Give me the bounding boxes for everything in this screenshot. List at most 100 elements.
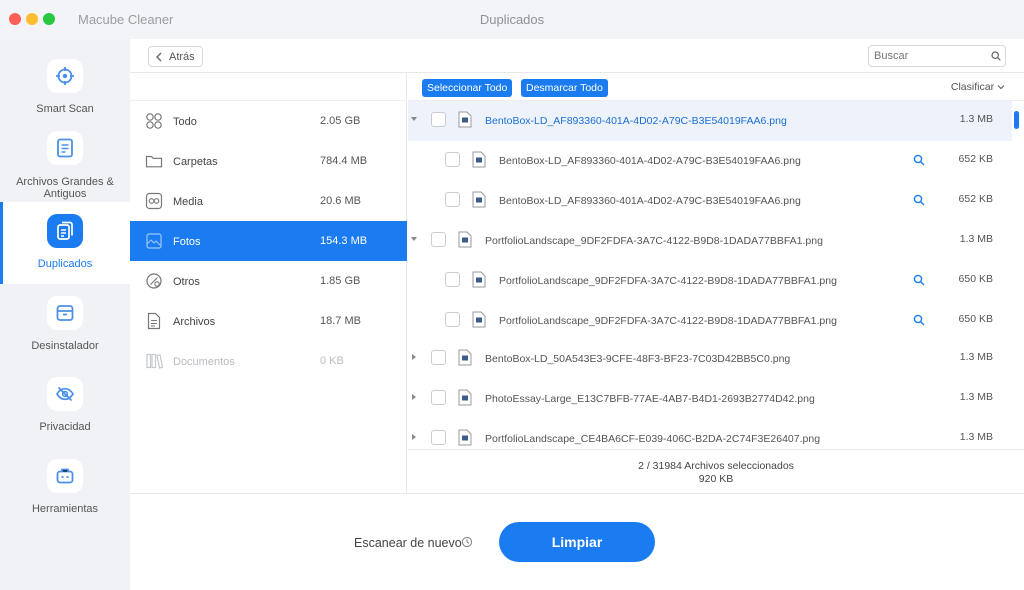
sidebar-item-label: Herramientas [31,503,99,515]
category-size: 784.4 MB [320,155,368,167]
file-group-row[interactable]: PortfolioLandscape_CE4BA6CF-E039-406C-B2… [408,419,1012,449]
refresh-icon[interactable] [461,536,473,548]
category-size: 2.05 GB [320,115,361,127]
file-checkbox[interactable] [445,152,460,167]
search-icon[interactable] [991,51,1001,61]
png-file-icon [458,349,472,366]
png-file-icon [458,111,472,128]
sidebar: Smart Scan Archivos Grandes & Antiguos D… [0,39,130,590]
png-file-icon [472,311,486,328]
preview-magnifier-icon[interactable] [913,274,925,286]
media-icon [145,192,163,210]
chevron-down-icon [997,85,1005,90]
select-all-button[interactable]: Seleccionar Todo [422,79,513,97]
file-group-row[interactable]: PortfolioLandscape_9DF2FDFA-3A7C-4122-B9… [408,221,1012,261]
other-icon [146,273,162,289]
file-row[interactable]: BentoBox-LD_AF893360-401A-4D02-A79C-B3E5… [408,181,1012,221]
categories-header [130,73,407,101]
preview-magnifier-icon[interactable] [913,154,925,166]
file-group-row[interactable]: PhotoEssay-Large_E13C7BFB-77AE-4AB7-B4D1… [408,379,1012,419]
folder-icon [145,155,163,168]
category-label: Archivos [173,316,216,328]
category-label: Media [173,196,203,208]
search-input[interactable] [868,45,1006,67]
sidebar-item-uninstaller[interactable]: Desinstalador [0,284,130,366]
category-archivos[interactable]: Archivos 18.7 MB [130,301,407,341]
category-size: 0 KB [320,355,344,367]
eye-slash-icon [47,377,83,411]
file-name: PortfolioLandscape_CE4BA6CF-E039-406C-B2… [485,433,821,445]
file-checkbox[interactable] [431,390,446,405]
category-size: 1.85 GB [320,275,361,287]
sidebar-item-label: Desinstalador [31,340,99,352]
category-fotos[interactable]: Fotos 154.3 MB [130,221,407,261]
sidebar-item-label: Privacidad [39,421,91,433]
disclosure-triangle-icon[interactable] [410,235,418,243]
file-checkbox[interactable] [431,112,446,127]
file-checkbox[interactable] [431,430,446,445]
category-size: 154.3 MB [320,235,368,247]
title-bar: Macube Cleaner Duplicados [0,0,1024,39]
category-label: Todo [173,116,197,128]
category-label: Documentos [173,356,235,368]
rescan-link[interactable]: Escanear de nuevo [354,536,462,550]
file-checkbox[interactable] [431,232,446,247]
sidebar-item-large-old-files[interactable]: Archivos Grandes & Antiguos [0,121,130,203]
toolbox-icon [47,459,83,493]
file-checkbox[interactable] [445,272,460,287]
file-size: 1.3 MB [959,391,993,403]
file-row[interactable]: PortfolioLandscape_9DF2FDFA-3A7C-4122-B9… [408,301,1012,341]
png-file-icon [472,191,486,208]
file-checkbox[interactable] [431,350,446,365]
files-toolbar: Seleccionar Todo Desmarcar Todo Clasific… [408,73,1024,101]
selection-summary: 2 / 31984 Archivos seleccionados 920 KB [408,449,1024,493]
preview-magnifier-icon[interactable] [913,194,925,206]
sidebar-item-label: Smart Scan [36,103,94,115]
file-size: 1.3 MB [959,113,993,125]
png-file-icon [458,429,472,446]
duplicate-file-list: BentoBox-LD_AF893360-401A-4D02-A79C-B3E5… [408,101,1012,449]
deselect-all-button[interactable]: Desmarcar Todo [521,79,608,97]
category-label: Fotos [173,236,201,248]
sort-label: Clasificar [950,81,995,93]
category-otros[interactable]: Otros 1.85 GB [130,261,407,301]
grid-icon [146,113,162,129]
file-name: PhotoEssay-Large_E13C7BFB-77AE-4AB7-B4D1… [485,393,815,405]
png-file-icon [472,271,486,288]
disclosure-triangle-icon[interactable] [410,115,418,123]
png-file-icon [458,389,472,406]
file-checkbox[interactable] [445,192,460,207]
app-window: Macube Cleaner Duplicados Smart Scan Arc… [0,0,1024,590]
file-list-scrollbar[interactable] [1014,111,1019,129]
category-carpetas[interactable]: Carpetas 784.4 MB [130,141,407,181]
file-name: BentoBox-LD_AF893360-401A-4D02-A79C-B3E5… [499,155,801,167]
file-row[interactable]: PortfolioLandscape_9DF2FDFA-3A7C-4122-B9… [408,261,1012,301]
back-button[interactable]: Atrás [148,46,203,67]
header-bar: Atrás [130,39,1024,73]
sidebar-item-smart-scan[interactable]: Smart Scan [0,47,130,129]
selected-size: 920 KB [698,473,734,485]
disclosure-triangle-icon[interactable] [410,393,418,401]
sidebar-item-label: Duplicados [37,258,93,270]
category-todo[interactable]: Todo 2.05 GB [130,101,407,141]
category-documentos: Documentos 0 KB [130,341,407,381]
disclosure-triangle-icon[interactable] [410,353,418,361]
file-checkbox[interactable] [445,312,460,327]
selected-count: 2 / 31984 Archivos seleccionados [638,460,794,472]
sidebar-item-tools[interactable]: Herramientas [0,447,130,529]
sidebar-item-duplicates[interactable]: Duplicados [0,202,130,284]
file-size: 650 KB [958,313,993,325]
category-size: 18.7 MB [320,315,361,327]
file-size: 652 KB [958,193,993,205]
duplicate-files-icon [47,214,83,248]
file-row[interactable]: BentoBox-LD_AF893360-401A-4D02-A79C-B3E5… [408,141,1012,181]
preview-magnifier-icon[interactable] [913,314,925,326]
sort-dropdown[interactable]: Clasificar [951,81,1005,93]
sidebar-item-privacy[interactable]: Privacidad [0,365,130,447]
file-size: 650 KB [958,273,993,285]
disclosure-triangle-icon[interactable] [410,433,418,441]
file-group-row[interactable]: BentoBox-LD_50A543E3-9CFE-48F3-BF23-7C03… [408,339,1012,379]
clean-button[interactable]: Limpiar [499,522,655,562]
category-media[interactable]: Media 20.6 MB [130,181,407,221]
file-group-row[interactable]: BentoBox-LD_AF893360-401A-4D02-A79C-B3E5… [408,101,1012,141]
